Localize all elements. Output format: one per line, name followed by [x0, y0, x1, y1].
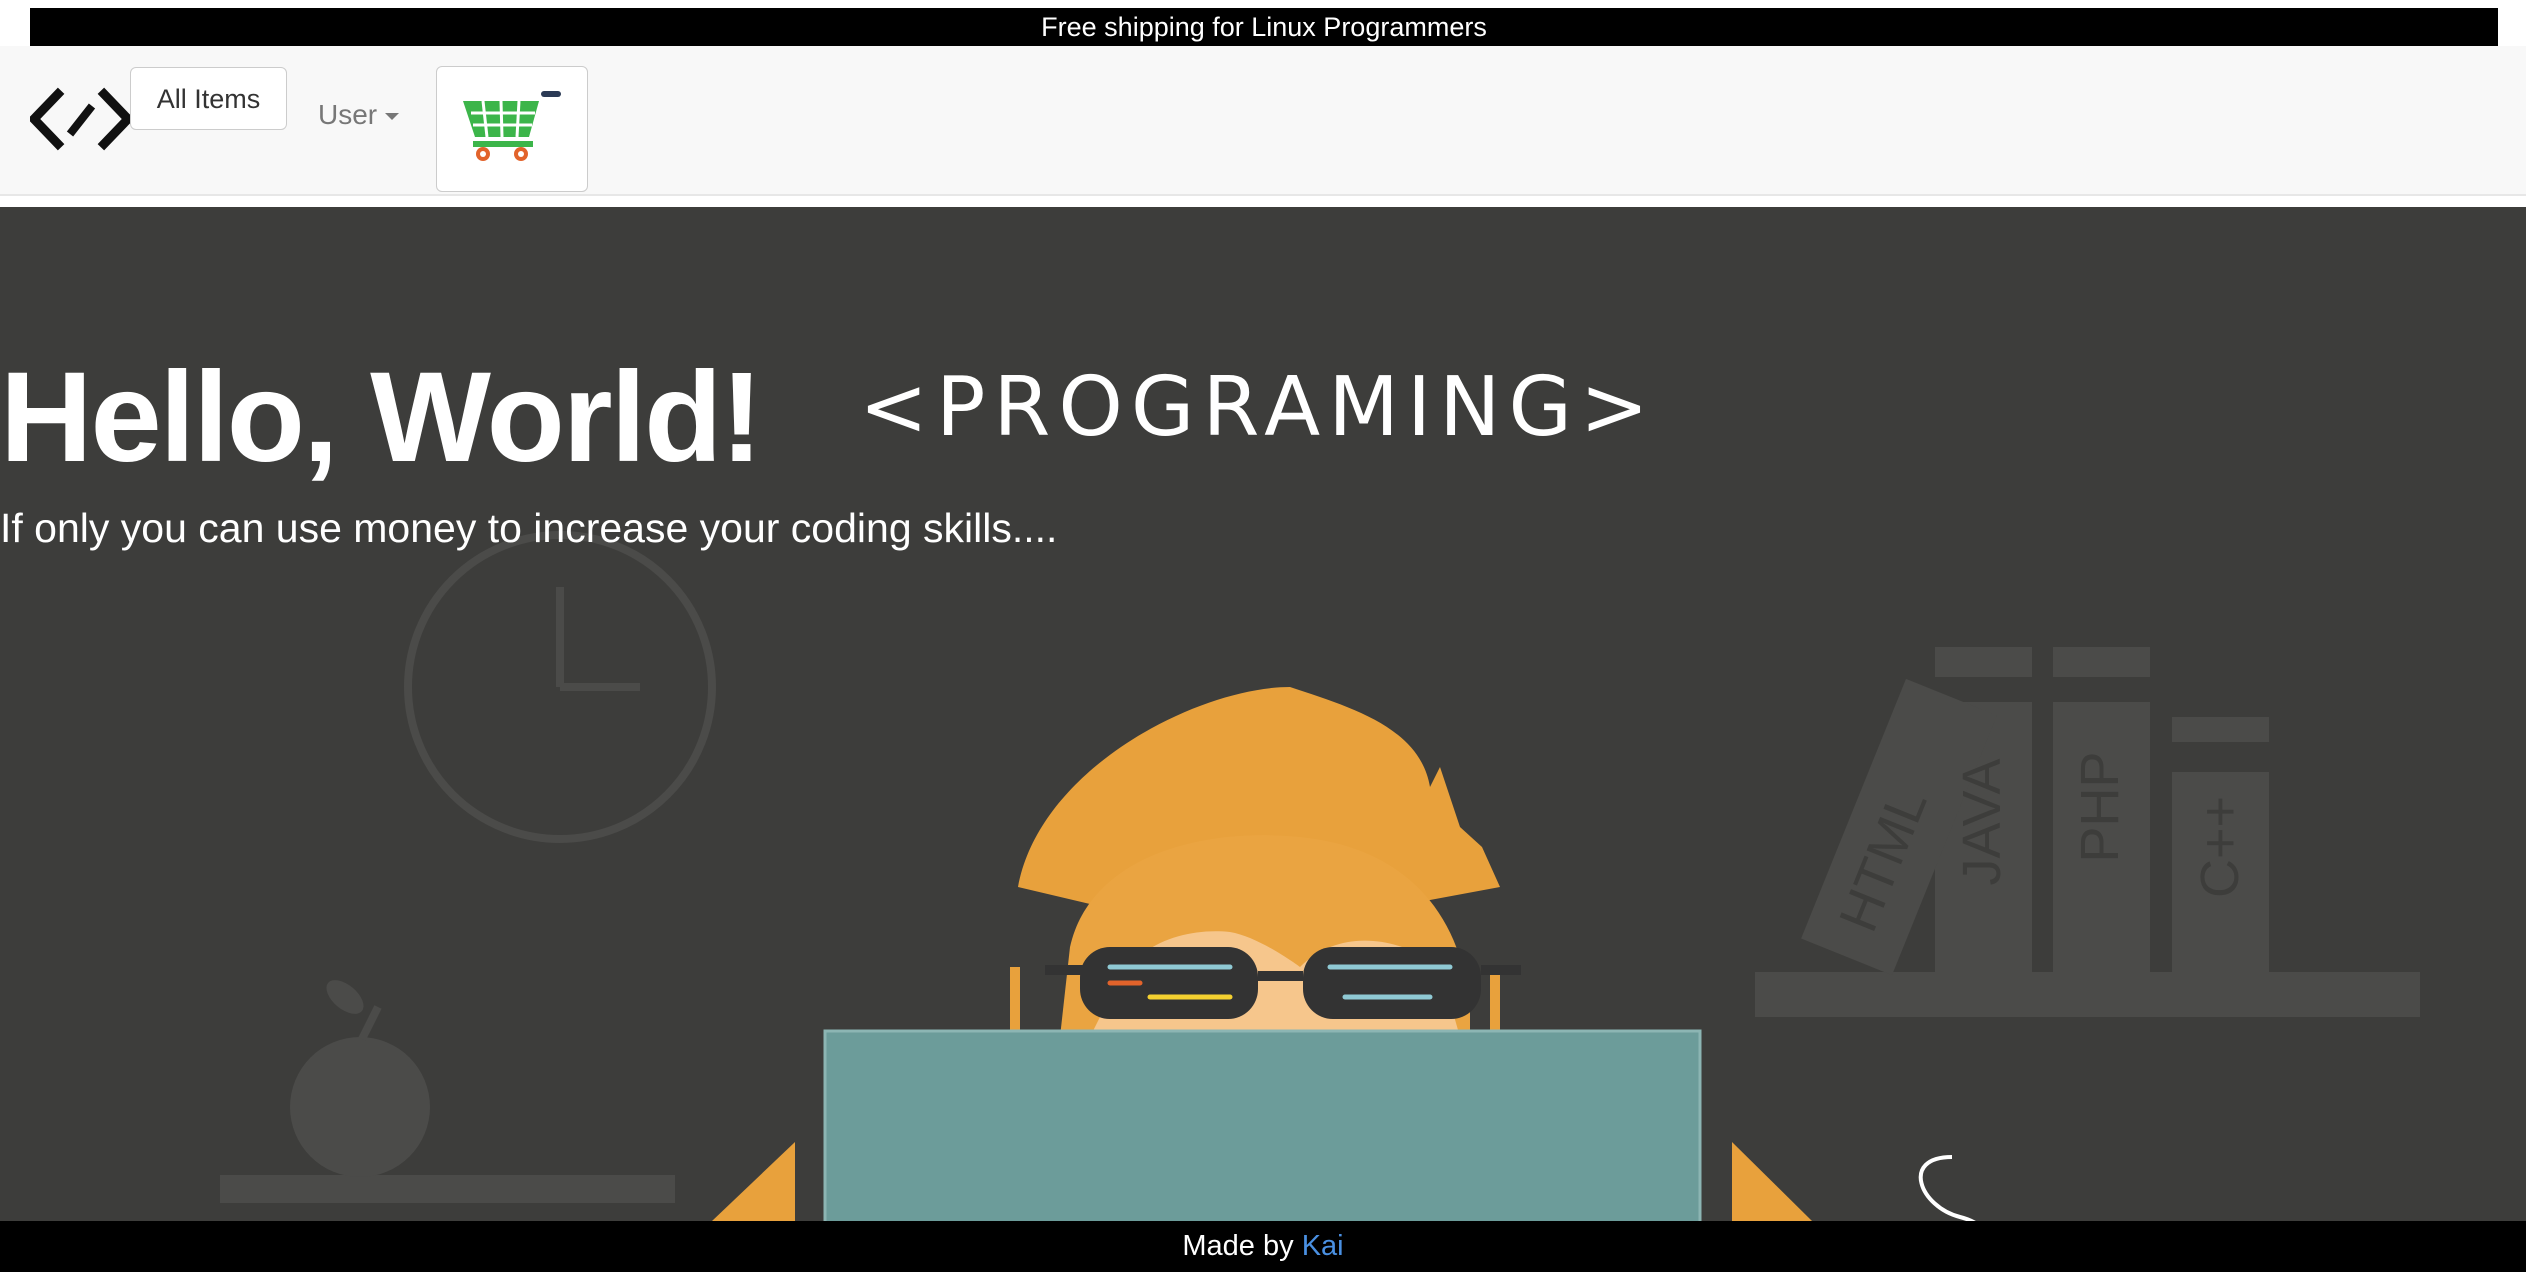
navbar: All Items User: [0, 46, 2526, 196]
clock-icon: [404, 531, 716, 843]
book-label: JAVA: [1952, 758, 2012, 885]
bookshelf-icon: HTML JAVA PHP C++: [1755, 647, 2420, 1017]
book-label: PHP: [2070, 751, 2130, 862]
author-link[interactable]: Kai: [1302, 1230, 1344, 1262]
user-dropdown-label: User: [318, 99, 378, 130]
apple-icon: [220, 980, 675, 1203]
hero-section: HTML JAVA PHP C++ <PROGRAMING> Hello, Wo…: [0, 207, 2526, 1221]
hero-subtitle: If only you can use money to increase yo…: [0, 505, 1058, 551]
cart-button[interactable]: [436, 66, 588, 192]
footer-prefix: Made by: [1182, 1230, 1302, 1262]
programming-banner: <PROGRAMING>: [859, 360, 1656, 455]
shipping-banner: Free shipping for Linux Programmers: [30, 8, 2498, 46]
all-items-button[interactable]: All Items: [130, 67, 287, 130]
shopping-cart-icon: [463, 100, 539, 161]
laptop-icon: [712, 1029, 1812, 1221]
hero-title: Hello, World!: [0, 346, 763, 489]
programmer-icon: [1010, 687, 1521, 1037]
chevron-down-icon: [385, 113, 400, 121]
book-label: C++: [2190, 796, 2250, 898]
cart-count-badge: [541, 91, 561, 97]
user-dropdown[interactable]: User: [318, 99, 400, 131]
footer: Made by Kai: [0, 1221, 2526, 1272]
code-brackets-icon[interactable]: [27, 86, 135, 152]
cable-icon: [1918, 1155, 1976, 1221]
